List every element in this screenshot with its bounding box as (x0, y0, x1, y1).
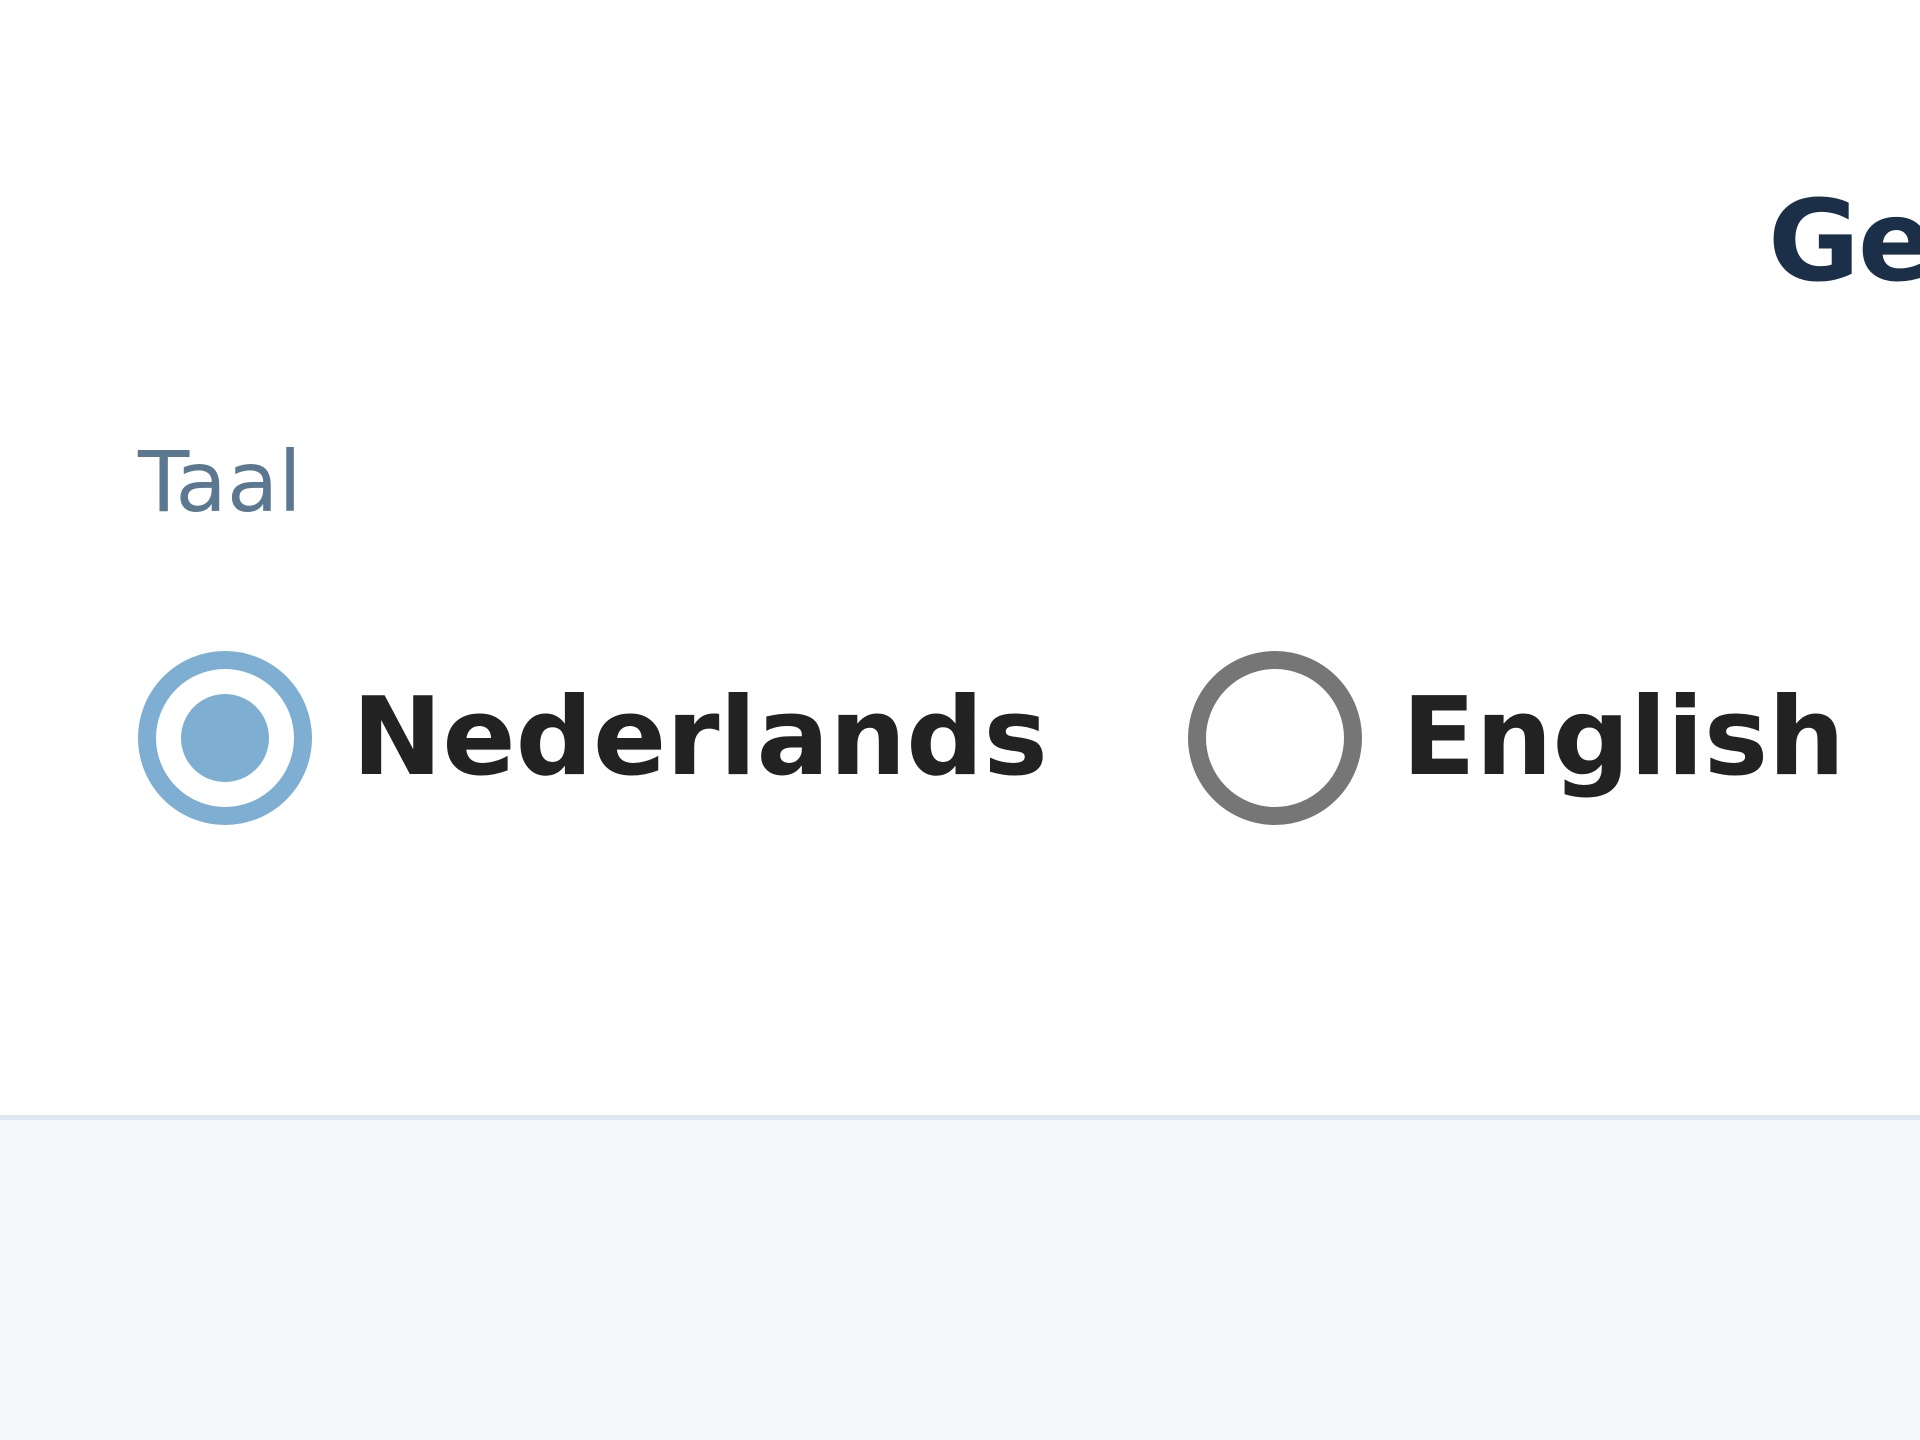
radio-button-unchecked[interactable] (1187, 651, 1362, 825)
radio-label-english[interactable]: English (1402, 684, 1845, 792)
language-label: Taal (138, 433, 302, 531)
language-radio-group: Nederlands English (138, 650, 1845, 826)
settings-card (0, 0, 1920, 1120)
radio-button-checked[interactable] (138, 651, 312, 825)
radio-selected-dot (181, 694, 269, 782)
radio-option-english[interactable]: English (1187, 651, 1845, 825)
radio-label-nederlands[interactable]: Nederlands (352, 684, 1048, 792)
card-title: Ge (1768, 177, 1920, 307)
radio-option-nederlands[interactable]: Nederlands (138, 651, 1048, 825)
